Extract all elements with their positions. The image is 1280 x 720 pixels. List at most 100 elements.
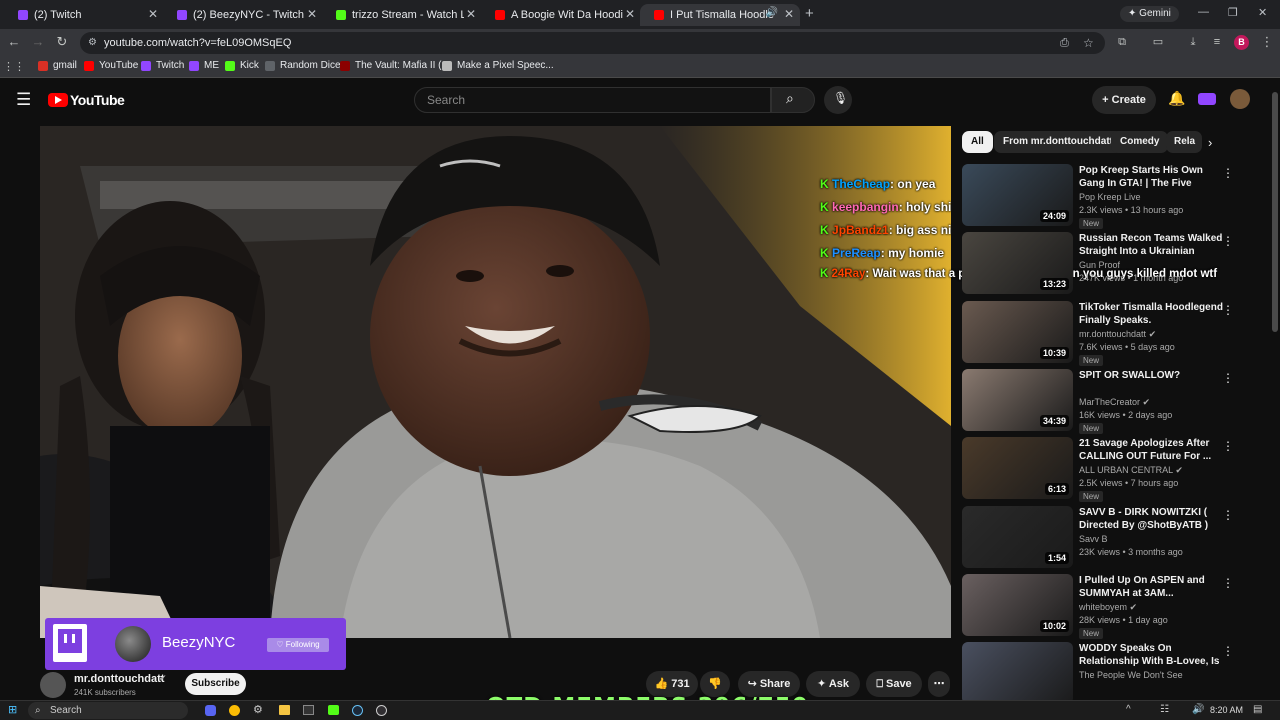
media-controls-icon[interactable]: ≡ (1207, 32, 1227, 52)
video-channel[interactable]: Savv B (1079, 534, 1108, 544)
video-title[interactable]: WODDY Speaks On Relationship With B-Love… (1079, 642, 1224, 668)
video-thumbnail[interactable]: 6:13 (962, 437, 1073, 499)
more-vertical-icon[interactable]: ⋮ (1222, 644, 1234, 658)
video-thumbnail[interactable]: 13:23 (962, 232, 1073, 294)
recommendation-item[interactable]: 10:02 I Pulled Up On ASPEN and SUMMYAH at… (962, 574, 1262, 639)
video-channel[interactable]: MarTheCreator ✔ (1079, 397, 1150, 408)
app-green-icon[interactable] (328, 705, 339, 715)
more-vertical-icon[interactable]: ⋮ (1222, 371, 1234, 385)
close-icon[interactable]: ✕ (148, 7, 158, 21)
notification-center-icon[interactable]: ▤ (1253, 704, 1262, 715)
bookmark-random-dice[interactable]: Random Dice! (265, 60, 343, 71)
close-icon[interactable]: ✕ (625, 7, 635, 21)
bookmark-gmail[interactable]: gmail (38, 60, 77, 71)
recommendation-item[interactable]: 10:39 TikToker Tismalla Hoodlegend Finall… (962, 301, 1262, 366)
channel-avatar[interactable] (40, 672, 66, 698)
tab-youtube-aboogie[interactable]: A Boogie Wit Da Hoodie - Wor ✕ (481, 4, 641, 26)
volume-icon[interactable]: 🔊 (1192, 704, 1204, 715)
more-actions-button[interactable]: ⋯ (928, 671, 950, 697)
video-thumbnail[interactable] (962, 642, 1073, 704)
chrome-icon[interactable] (229, 705, 240, 716)
discord-icon[interactable] (205, 705, 216, 716)
bookmark-star-icon[interactable]: ☆ (1083, 32, 1094, 54)
split-view-icon[interactable]: ▭ (1148, 32, 1168, 52)
search-input[interactable]: Search (414, 87, 771, 113)
chip-comedy[interactable]: Comedy (1111, 131, 1169, 153)
channel-name[interactable]: mr.donttouchdatt (74, 673, 164, 685)
new-tab-button[interactable]: + (805, 5, 814, 22)
following-button[interactable]: ♡ Following (267, 638, 329, 652)
settings-icon[interactable]: ⚙ (253, 703, 263, 716)
tab-youtube-active[interactable]: I Put Tismalla Hoodlegend 🔊 ✕ (640, 4, 800, 26)
back-arrow-icon[interactable]: ← (4, 32, 24, 52)
file-explorer-icon[interactable] (279, 705, 290, 715)
video-title[interactable]: SAVV B - DIRK NOWITZKI ( Directed By @Sh… (1079, 506, 1224, 532)
video-title[interactable]: Pop Kreep Starts His Own Gang In GTA! | … (1079, 164, 1224, 190)
tab-twitch[interactable]: (2) Twitch ✕ (4, 4, 164, 26)
video-player[interactable]: K TheCheap: on yea K keepbangin: holy sh… (40, 126, 951, 638)
taskbar-search[interactable]: ⌕ Search (28, 702, 188, 719)
close-icon[interactable]: ✕ (784, 7, 794, 21)
apps-grid-icon[interactable]: ⋮⋮ (3, 57, 25, 77)
video-title[interactable]: 21 Savage Apologizes After CALLING OUT F… (1079, 437, 1224, 463)
network-icon[interactable]: ☷ (1160, 704, 1169, 715)
bookmark-youtube[interactable]: YouTube (84, 60, 138, 71)
more-vertical-icon[interactable]: ⋮ (1222, 508, 1234, 522)
video-channel[interactable]: mr.donttouchdatt ✔ (1079, 329, 1156, 340)
close-window-button[interactable]: ✕ (1258, 6, 1267, 19)
extensions-icon[interactable]: ⧉ (1112, 32, 1132, 52)
chip-from-channel[interactable]: From mr.donttouchdatt (994, 131, 1122, 153)
url-bar[interactable]: ⚙ youtube.com/watch?v=feL09OMSqEQ ⎙ ☆ (80, 32, 1105, 54)
chrome-menu-icon[interactable]: ⋮ (1257, 32, 1277, 52)
notifications-bell-icon[interactable]: 🔔 (1168, 90, 1185, 107)
terminal-icon[interactable] (303, 705, 314, 715)
bookmark-me[interactable]: ME (189, 60, 219, 71)
video-channel[interactable]: ALL URBAN CENTRAL ✔ (1079, 465, 1183, 476)
more-vertical-icon[interactable]: ⋮ (1222, 166, 1234, 180)
youtube-logo[interactable]: YouTube (48, 92, 125, 108)
more-vertical-icon[interactable]: ⋮ (1222, 439, 1234, 453)
windows-start-icon[interactable]: ⊞ (8, 703, 17, 716)
minimize-button[interactable]: — (1198, 6, 1209, 18)
recommendation-item[interactable]: 13:23 Russian Recon Teams Walked Straight… (962, 232, 1262, 296)
video-title[interactable]: TikToker Tismalla Hoodlegend Finally Spe… (1079, 301, 1224, 327)
recommendation-item[interactable]: 34:39 SPIT OR SWALLOW? MarTheCreator ✔ 16K … (962, 369, 1262, 434)
speaker-icon[interactable]: 🔊 (766, 7, 778, 18)
recommendation-item[interactable]: WODDY Speaks On Relationship With B-Love… (962, 642, 1262, 706)
restore-button[interactable]: ❐ (1228, 6, 1238, 19)
recommendation-item[interactable]: 6:13 21 Savage Apologizes After CALLING O… (962, 437, 1262, 502)
recommendation-item[interactable]: 1:54 SAVV B - DIRK NOWITZKI ( Directed By… (962, 506, 1262, 570)
obs-icon[interactable] (376, 705, 387, 716)
close-icon[interactable]: ✕ (307, 7, 317, 21)
install-app-icon[interactable]: ⎙ (1060, 32, 1069, 54)
video-channel[interactable]: Pop Kreep Live (1079, 192, 1141, 202)
chip-all[interactable]: All (962, 131, 993, 153)
video-thumbnail[interactable]: 10:39 (962, 301, 1073, 363)
tab-kick[interactable]: trizzo Stream - Watch Live on K ✕ (322, 4, 482, 26)
ask-button[interactable]: ✦ Ask (806, 671, 860, 697)
more-vertical-icon[interactable]: ⋮ (1222, 234, 1234, 248)
video-title[interactable]: I Pulled Up On ASPEN and SUMMYAH at 3AM.… (1079, 574, 1224, 600)
clock-time[interactable]: 8:20 AM (1210, 705, 1243, 715)
tab-beezynyc[interactable]: (2) BeezyNYC - Twitch ✕ (163, 4, 323, 26)
more-vertical-icon[interactable]: ⋮ (1222, 576, 1234, 590)
more-vertical-icon[interactable]: ⋮ (1222, 303, 1234, 317)
video-channel[interactable]: The People We Don't See (1079, 670, 1183, 680)
bookmark-the-vault[interactable]: The Vault: Mafia II (... (340, 60, 450, 71)
hamburger-menu-icon[interactable]: ☰ (16, 90, 31, 110)
scrollbar[interactable] (1272, 92, 1278, 332)
video-thumbnail[interactable]: 24:09 (962, 164, 1073, 226)
close-icon[interactable]: ✕ (466, 7, 476, 21)
chevron-up-icon[interactable]: ^ (1126, 704, 1131, 715)
live-badge-icon[interactable] (1198, 93, 1216, 105)
reload-icon[interactable]: ↻ (52, 32, 72, 52)
save-button[interactable]: ⎕ Save (866, 671, 922, 697)
recommendation-item[interactable]: 24:09 Pop Kreep Starts His Own Gang In GT… (962, 164, 1262, 229)
subscribe-button[interactable]: Subscribe (185, 673, 246, 695)
voice-search-button[interactable]: 🎙 (824, 86, 852, 114)
account-avatar[interactable] (1230, 89, 1250, 109)
chevron-right-icon[interactable]: › (1208, 135, 1212, 150)
gemini-button[interactable]: ✦ Gemini (1120, 6, 1179, 22)
downloads-icon[interactable]: ⤓ (1183, 32, 1203, 52)
video-thumbnail[interactable]: 10:02 (962, 574, 1073, 636)
